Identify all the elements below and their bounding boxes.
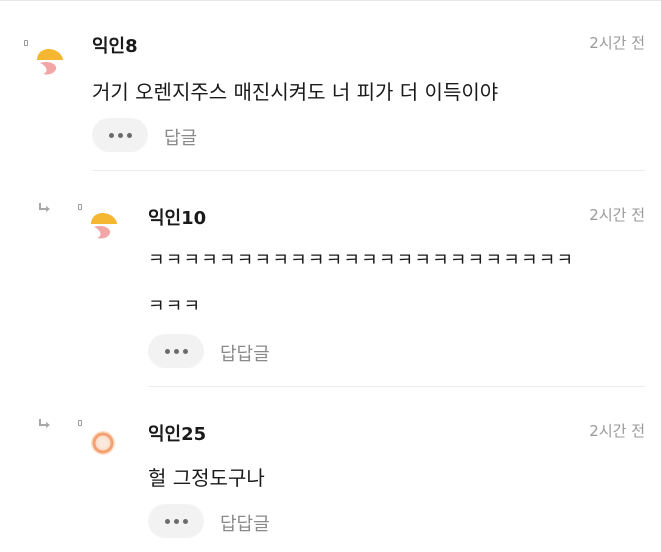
reply-arrow-icon [39, 419, 50, 428]
orange-pink-avatar-icon [37, 48, 63, 75]
comment-text: 헐 그정도구나 [148, 466, 265, 490]
timestamp: 2시간 전 [589, 34, 645, 52]
dot-icon [182, 518, 188, 524]
dot-icon [182, 348, 188, 354]
more-options-button[interactable] [148, 334, 204, 368]
dot-icon [117, 132, 123, 138]
comment-divider [92, 170, 645, 171]
dot-icon [108, 132, 114, 138]
orange-pink-avatar-icon [91, 212, 117, 239]
comment-text: 거기 오렌지주스 매진시켜도 너 피가 더 이득이야 [92, 80, 499, 104]
reply-arrow-icon [39, 203, 50, 212]
orange-ring-avatar-icon [91, 431, 115, 455]
timestamp: 2시간 전 [589, 206, 645, 224]
comment-divider [148, 386, 645, 387]
marker-icon [78, 420, 82, 426]
more-options-button[interactable] [92, 118, 148, 152]
reply-button[interactable]: 답답글 [220, 340, 270, 366]
author-name[interactable]: 익인10 [148, 204, 206, 230]
dot-icon [173, 348, 179, 354]
dot-icon [173, 518, 179, 524]
more-options-button[interactable] [148, 504, 204, 538]
comment-text: ㅋㅋㅋㅋㅋㅋㅋㅋㅋㅋㅋㅋㅋㅋㅋㅋㅋㅋㅋㅋㅋㅋㅋㅋ [148, 250, 575, 271]
author-name[interactable]: 익인25 [148, 420, 206, 446]
dot-icon [126, 132, 132, 138]
timestamp: 2시간 전 [589, 422, 645, 440]
dot-icon [164, 348, 170, 354]
top-border [0, 0, 661, 1]
marker-icon [78, 204, 82, 210]
marker-icon [24, 40, 28, 46]
author-name[interactable]: 익인8 [92, 32, 138, 58]
dot-icon [164, 518, 170, 524]
reply-button[interactable]: 답글 [164, 124, 197, 150]
comment-text: ㅋㅋㅋ [148, 296, 202, 317]
reply-button[interactable]: 답답글 [220, 510, 270, 536]
